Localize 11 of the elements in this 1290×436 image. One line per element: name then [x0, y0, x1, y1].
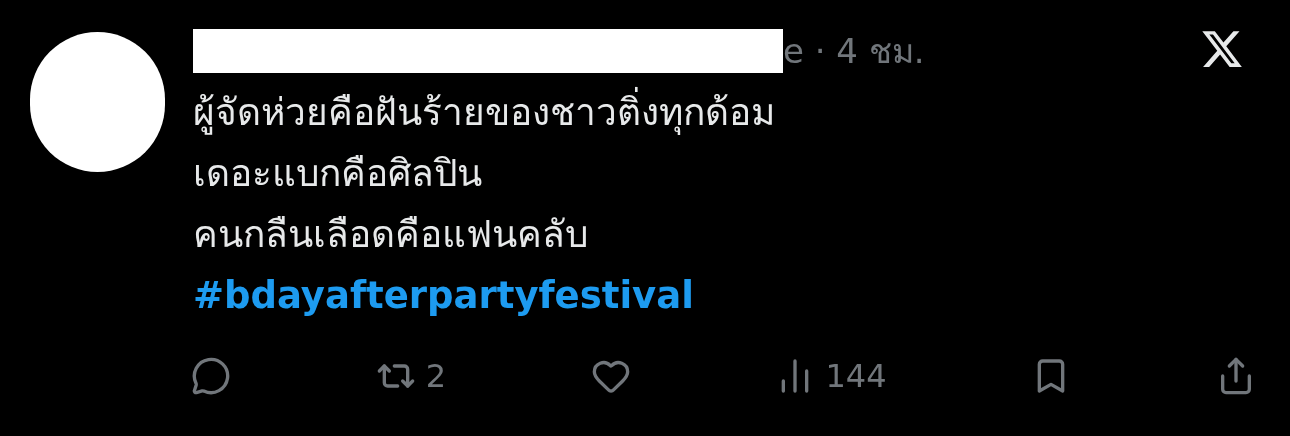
- views-count: 144: [825, 356, 887, 397]
- repost-button[interactable]: 2: [375, 352, 447, 400]
- views-button[interactable]: 144: [775, 352, 887, 400]
- tweet-text-line: เดอะแบกคือศิลปิน: [193, 151, 483, 197]
- reply-button[interactable]: [191, 356, 231, 396]
- tweet-text-line: ผู้จัดห่วยคือฝันร้ายของชาวติ่งทุกด้อม: [193, 82, 1250, 143]
- reply-icon: [191, 356, 231, 396]
- tweet-text-line: คนกลืนเลือดคือแฟนคลับ: [193, 212, 589, 258]
- hashtag-link[interactable]: #bdayafterpartyfestival: [193, 265, 1250, 326]
- repost-count: 2: [425, 356, 447, 397]
- tweet-time: e · 4 ชม.: [783, 34, 925, 68]
